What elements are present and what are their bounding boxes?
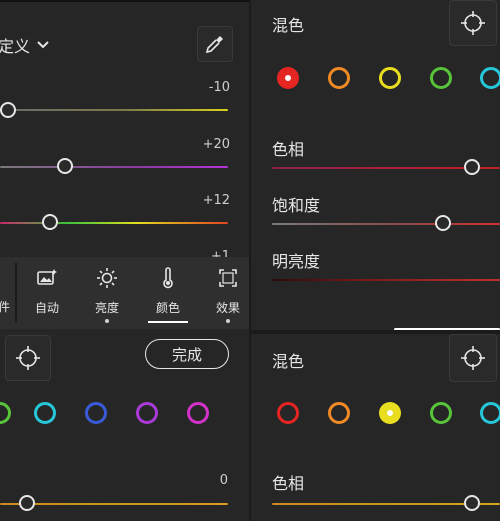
vertical-divider [249, 0, 251, 521]
target-adjust-button[interactable] [5, 335, 51, 381]
thermometer-icon [163, 267, 173, 289]
profile-dropdown-label: 定义 [0, 37, 31, 56]
bottom-slider-value: 0 [219, 473, 228, 488]
done-button[interactable]: 完成 [145, 339, 229, 369]
slider-2-track[interactable] [0, 166, 228, 168]
target-icon [16, 346, 40, 370]
luminance-track[interactable] [272, 279, 500, 281]
slider-3-value: +12 [202, 193, 230, 208]
luminance-label: 明亮度 [272, 252, 321, 271]
slider-2-thumb[interactable] [57, 158, 73, 174]
slider-1-value: -10 [208, 80, 230, 95]
slider-1-track[interactable] [0, 109, 228, 111]
saturation-thumb[interactable] [435, 215, 451, 231]
tab-light-dot [105, 319, 109, 323]
eyedropper-icon [205, 36, 223, 54]
swatch-green[interactable] [430, 402, 452, 424]
auto-image-icon [37, 269, 57, 285]
bottom-toolbar: 件 自动 亮度 颜色 效果 [0, 257, 250, 329]
horizontal-divider-right [250, 330, 500, 334]
tab-effects-label: 效果 [215, 301, 240, 315]
target-icon [461, 11, 485, 35]
right-top-panel: 混色 色相 饱和度 明亮度 [250, 0, 500, 330]
effects-icon [219, 269, 237, 287]
swatch-aqua[interactable] [480, 67, 500, 89]
sun-icon [97, 268, 117, 288]
swatch-aqua[interactable] [480, 402, 500, 424]
right-bottom-panel: 混色 色相 [250, 334, 500, 521]
target-adjust-button-top[interactable] [449, 0, 497, 46]
swatch-orange[interactable] [328, 67, 350, 89]
tab-color-label: 颜色 [155, 301, 180, 315]
tab-light-label: 亮度 [94, 301, 119, 315]
tab-effects[interactable]: 效果 [211, 267, 245, 323]
selected-dot [387, 410, 393, 416]
mix-label: 混色 [272, 16, 305, 35]
slider-2-value: +20 [202, 137, 230, 152]
top-edge-line [0, 0, 250, 2]
hue-thumb[interactable] [464, 159, 480, 175]
tab-auto[interactable]: 自动 [30, 267, 64, 316]
tab-effects-dot [226, 319, 230, 323]
left-bottom-panel: 完成 0 [0, 329, 250, 521]
hue-label: 色相 [272, 140, 305, 159]
left-top-panel: 定义 -10 +20 +12 +1 [0, 0, 250, 260]
swatch-blue[interactable] [85, 402, 107, 424]
swatch-orange[interactable] [328, 402, 350, 424]
profile-dropdown[interactable]: 定义 [0, 33, 50, 57]
slider-1-thumb[interactable] [0, 102, 16, 118]
tab-color-underline [148, 321, 188, 323]
mix-label-bottom: 混色 [272, 352, 305, 371]
saturation-label: 饱和度 [272, 196, 321, 215]
tab-auto-label: 自动 [34, 301, 59, 315]
tab-light[interactable]: 亮度 [90, 267, 124, 323]
swatch-aqua[interactable] [34, 402, 56, 424]
swatch-green[interactable] [0, 402, 11, 424]
slider-3-track[interactable] [0, 222, 228, 224]
done-button-label: 完成 [171, 345, 202, 364]
toolbar-divider [15, 263, 17, 323]
chevron-down-icon [37, 41, 49, 49]
swatch-red[interactable] [277, 402, 299, 424]
bottom-slider-thumb[interactable] [19, 495, 35, 511]
selected-dot [285, 75, 291, 81]
hue-label-bottom: 色相 [272, 474, 305, 493]
saturation-track[interactable] [272, 223, 500, 225]
target-icon [461, 346, 485, 370]
eyedropper-button[interactable] [197, 26, 233, 62]
partial-tab-label[interactable]: 件 [0, 298, 10, 315]
slider-3-thumb[interactable] [42, 214, 58, 230]
swatch-magenta[interactable] [187, 402, 209, 424]
target-adjust-button-bottom[interactable] [449, 334, 497, 382]
swatch-purple[interactable] [136, 402, 158, 424]
swatch-yellow[interactable] [379, 67, 401, 89]
hue-thumb-bottom[interactable] [464, 495, 480, 511]
tab-color[interactable]: 颜色 [148, 267, 188, 323]
swatch-green[interactable] [430, 67, 452, 89]
